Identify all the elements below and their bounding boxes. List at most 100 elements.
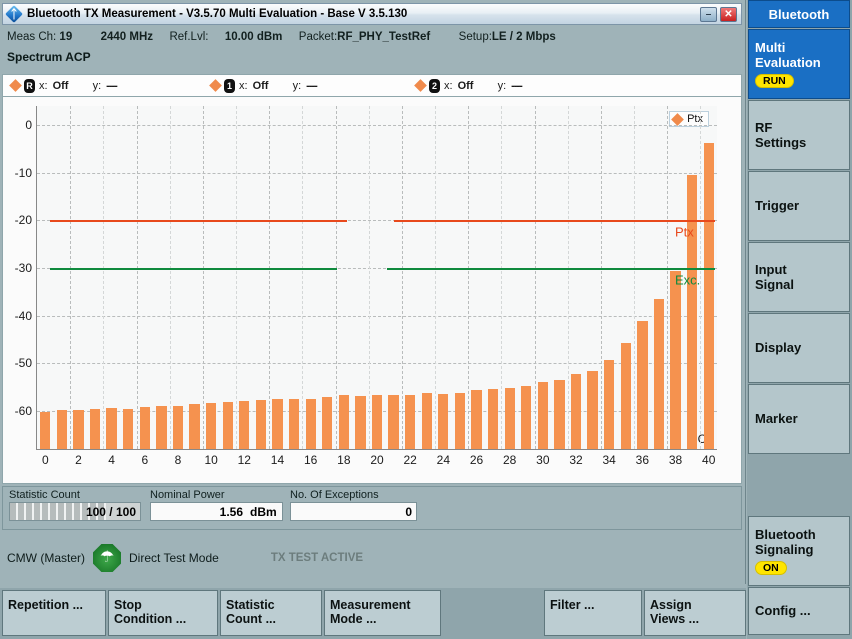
x-tick-label: 20 <box>370 453 384 467</box>
marker-diamond-icon <box>414 79 427 92</box>
meas-ch-label: Meas Ch: <box>7 31 57 43</box>
setup-value: LE / 2 Mbps <box>491 31 556 43</box>
nominal-power-value: 1.56 <box>219 504 243 519</box>
marker-bar: R x: Off y: ---- 1 x: Off y: ---- 2 x: O… <box>2 74 742 96</box>
legend-diamond-icon <box>671 112 684 126</box>
chart-bar <box>620 343 631 449</box>
x-tick-label: 26 <box>469 453 484 467</box>
chart-bar <box>653 298 665 449</box>
chart-bar <box>272 398 283 449</box>
x-tick-label: 6 <box>141 453 149 467</box>
chart-bar <box>189 404 200 449</box>
status-chip: ON <box>755 560 787 576</box>
results-panel: Statistic Count 100 / 100 Nominal Power … <box>2 486 742 530</box>
menu-item-label: Marker <box>755 411 798 427</box>
menu-item-multi-evaluation[interactable]: Multi Evaluation RUN <box>748 29 850 99</box>
marker-1-x-value: Off <box>252 79 269 92</box>
marker-2-x-label: x: <box>444 79 453 92</box>
gridline-h <box>37 125 717 127</box>
menu-item-label: Evaluation <box>755 55 821 71</box>
softkey-blank <box>443 590 542 636</box>
window-title-sub: - V3.5.70 Multi Evaluation - Base V 3.5.… <box>179 8 408 20</box>
softkey-label-line: Assign <box>650 598 692 612</box>
title-bar: ᛏ Bluetooth TX Measurement - V3.5.70 Mul… <box>2 3 742 25</box>
statistic-count-cell: Statistic Count 100 / 100 <box>9 489 141 521</box>
softkey-statistic-count[interactable]: Statistic Count ... <box>220 590 322 636</box>
chart-bar <box>56 409 68 449</box>
menu-item-display[interactable]: Display <box>748 313 850 383</box>
softkey-assign-views[interactable]: Assign Views ... <box>644 590 746 636</box>
gridline-v-minor <box>567 106 569 449</box>
chart-bar <box>703 143 714 449</box>
meas-ch-value: 19 <box>59 31 73 43</box>
x-tick-label: 4 <box>108 453 115 467</box>
softkey-label-line: Filter ... <box>550 598 595 612</box>
chart-bar <box>388 394 399 449</box>
marker-diamond-icon <box>9 79 22 92</box>
marker-2[interactable]: 2 x: Off y: ---- <box>414 78 536 93</box>
marker-diamond-icon <box>209 79 222 92</box>
x-tick-label: 18 <box>337 453 351 467</box>
x-tick-label: 2 <box>75 453 82 467</box>
gridline-v <box>401 106 403 449</box>
minimize-button[interactable]: – <box>700 7 717 22</box>
menu-item-bluetooth-signaling[interactable]: Bluetooth Signaling ON <box>748 516 850 586</box>
menu-item-label: Config ... <box>755 603 811 619</box>
chart-bar <box>239 401 250 449</box>
marker-1[interactable]: 1 x: Off y: ---- <box>209 78 416 93</box>
menu-item-trigger[interactable]: Trigger <box>748 171 850 241</box>
ref-level-label: Ref.Lvl: <box>169 31 209 43</box>
chart-bar <box>206 403 217 449</box>
menu-item-rf-settings[interactable]: RF Settings <box>748 100 850 170</box>
x-tick-label: 0 <box>41 453 49 467</box>
menu-item-label: Settings <box>755 135 807 150</box>
marker-badge-r: R <box>24 78 35 93</box>
close-button[interactable]: ✕ <box>720 7 737 22</box>
softkey-bar: Repetition ... Stop Condition ... Statistic… <box>0 588 850 639</box>
window-title: Bluetooth TX Measurement - V3.5.70 Multi… <box>27 8 407 20</box>
softkey-measurement-mode[interactable]: Measurement Mode ... <box>324 590 441 636</box>
menu-item-label: Bluetooth <box>755 526 816 542</box>
gridline-v <box>335 106 337 449</box>
x-tick-label: 22 <box>403 453 417 467</box>
marker-2-x-value: Off <box>457 79 474 92</box>
chart-bar <box>670 271 681 449</box>
window-title-main: Bluetooth TX Measurement <box>27 8 176 20</box>
menu-item-label: Signal <box>755 277 795 292</box>
frequency-value: 2440 MHz <box>100 31 154 43</box>
plot-area[interactable]: Ptx Ch 0-10-20-30-40-50-6002468101214161… <box>15 106 717 467</box>
marker-1-x-label: x: <box>239 79 248 92</box>
antenna-icon: ☂ <box>93 544 121 572</box>
menu-item-label: Trigger <box>755 198 800 214</box>
chart-bar <box>521 385 532 449</box>
marker-1-y-value: ---- <box>306 79 318 92</box>
softkey-filter[interactable]: Filter ... <box>544 590 642 636</box>
softkey-stop-condition[interactable]: Stop Condition ... <box>108 590 218 636</box>
ref-level-value: 10.00 dBm <box>224 31 283 43</box>
softkey-label-line: Count ... <box>226 612 276 627</box>
marker-reference[interactable]: R x: Off y: ---- <box>9 78 211 93</box>
chart-bar <box>438 393 449 449</box>
chart-bar <box>637 320 648 449</box>
menu-item-marker[interactable]: Marker <box>748 384 850 454</box>
chart-bar <box>305 398 316 449</box>
chart-bar <box>288 398 300 449</box>
chart-bar <box>504 388 515 449</box>
measurement-window: ᛏ Bluetooth TX Measurement - V3.5.70 Mul… <box>0 0 746 584</box>
gridline-v-minor <box>368 106 370 449</box>
menu-item-config[interactable]: Config ... <box>748 587 850 635</box>
chart-bar <box>123 408 134 449</box>
spectrum-acp-chart[interactable]: dBm Ptx Ch 0-10-20-30-40-50-600246810121… <box>2 96 742 484</box>
chart-bar <box>421 393 432 449</box>
chart-bar <box>139 407 150 449</box>
menu-item-input-signal[interactable]: Input Signal <box>748 242 850 312</box>
chart-bar <box>587 370 598 449</box>
y-tick-label: -30 <box>14 260 32 275</box>
packet-label: Packet: <box>298 31 338 43</box>
gridline-v-minor <box>634 106 636 449</box>
marker-r-y-value: ---- <box>106 79 118 92</box>
chart-bar <box>604 359 615 449</box>
marker-2-y-label: y: <box>497 79 507 92</box>
exceptions-label: No. Of Exceptions <box>290 489 379 501</box>
softkey-repetition[interactable]: Repetition ... <box>2 590 106 636</box>
